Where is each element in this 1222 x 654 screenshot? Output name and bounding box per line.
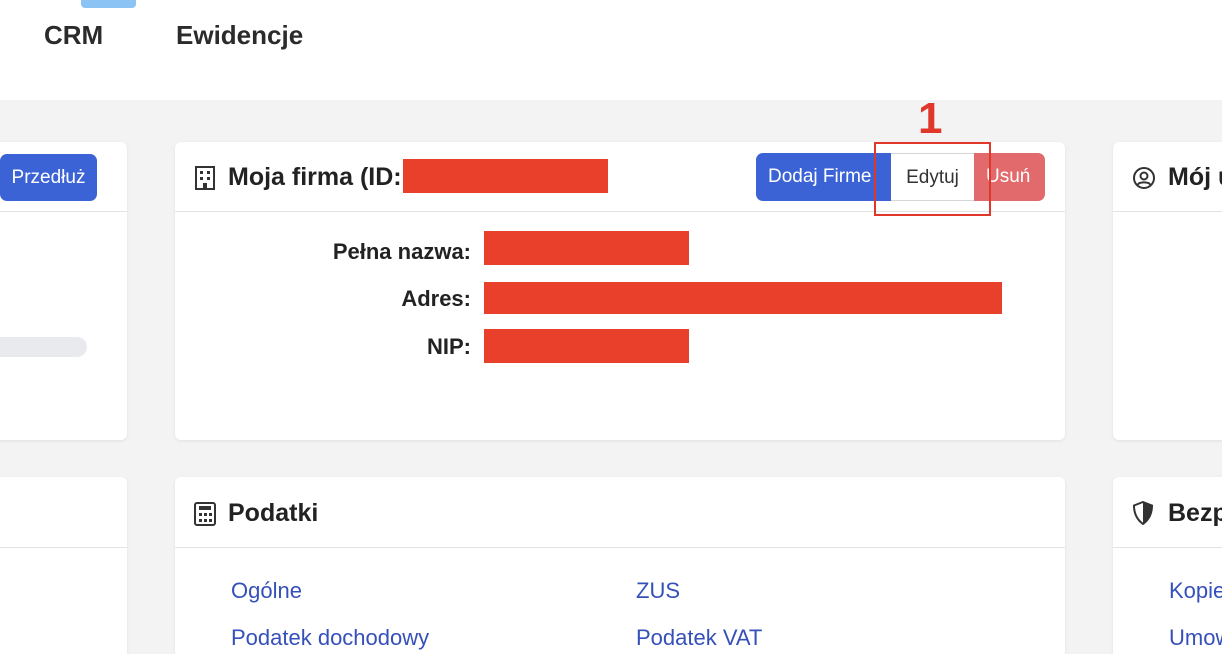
- card-header: Podatki: [175, 477, 1065, 548]
- nav-item-crm[interactable]: CRM: [44, 20, 103, 51]
- card-header: [0, 477, 127, 548]
- link-umowy[interactable]: Umow: [1169, 625, 1222, 651]
- redacted-nip: [484, 329, 689, 363]
- company-card-title: Moja firma (ID:: [228, 163, 402, 191]
- link-podatek-vat[interactable]: Podatek VAT: [636, 625, 762, 651]
- shield-icon: [1132, 500, 1154, 530]
- left-bottom-card: [0, 477, 127, 654]
- card-header: Bezp: [1113, 477, 1222, 548]
- user-card-title: Mój u: [1168, 163, 1222, 191]
- redacted-company-id: [403, 159, 608, 193]
- link-zus[interactable]: ZUS: [636, 578, 680, 604]
- field-label-nip: NIP:: [427, 334, 471, 359]
- security-card: Bezp Kopie Umow: [1113, 477, 1222, 654]
- calculator-icon: [194, 502, 216, 531]
- add-company-button[interactable]: Dodaj Firme: [756, 153, 891, 201]
- link-kopie[interactable]: Kopie: [1169, 578, 1222, 604]
- card-header: Przedłuż: [0, 142, 127, 212]
- card-header: Mój u: [1113, 142, 1222, 212]
- taxes-card: Podatki Ogólne ZUS Podatek dochodowy Pod…: [175, 477, 1065, 654]
- top-navigation: CRM Ewidencje: [0, 0, 1222, 100]
- field-label-full-name: Pełna nazwa:: [332, 239, 471, 264]
- active-nav-indicator: [81, 0, 136, 8]
- taxes-card-title: Podatki: [228, 499, 319, 527]
- link-podatek-dochodowy[interactable]: Podatek dochodowy: [231, 625, 429, 651]
- user-circle-icon: [1132, 166, 1156, 195]
- redacted-address: [484, 282, 1002, 314]
- progress-bar: [0, 337, 87, 357]
- link-ogolne[interactable]: Ogólne: [231, 578, 302, 604]
- annotation-highlight-box: [874, 142, 991, 216]
- user-card: Mój u: [1113, 142, 1222, 440]
- building-icon: [194, 166, 216, 195]
- subscription-card: Przedłuż: [0, 142, 127, 440]
- redacted-full-name: [484, 231, 689, 265]
- annotation-number: 1: [918, 94, 943, 143]
- nav-item-ewidencje[interactable]: Ewidencje: [176, 20, 303, 51]
- extend-button[interactable]: Przedłuż: [0, 154, 97, 201]
- security-card-title: Bezp: [1168, 499, 1222, 527]
- field-label-address: Adres:: [401, 286, 471, 311]
